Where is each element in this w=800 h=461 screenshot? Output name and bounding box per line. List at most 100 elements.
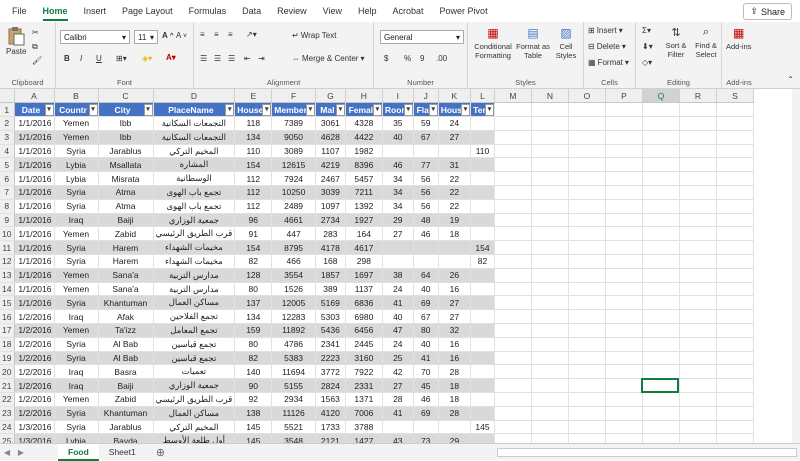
data-cell[interactable]: 4120 bbox=[315, 406, 346, 421]
header-cell[interactable]: House bbox=[234, 102, 273, 118]
row-header[interactable]: 19 bbox=[0, 351, 15, 366]
data-cell[interactable]: 3039 bbox=[315, 185, 346, 200]
empty-cell[interactable] bbox=[605, 378, 643, 394]
data-cell[interactable]: 18 bbox=[438, 392, 471, 407]
empty-cell[interactable] bbox=[494, 392, 532, 407]
empty-cell[interactable] bbox=[531, 337, 569, 352]
insert-cells-button[interactable]: ⊞ Insert ▾ bbox=[588, 26, 623, 35]
data-cell[interactable]: 6456 bbox=[345, 323, 383, 338]
empty-cell[interactable] bbox=[568, 309, 606, 325]
vertical-scrollbar[interactable] bbox=[792, 89, 800, 443]
tab-view[interactable]: View bbox=[315, 0, 350, 22]
empty-cell[interactable] bbox=[679, 102, 717, 118]
data-cell[interactable]: 9050 bbox=[271, 130, 316, 145]
data-cell[interactable]: 137 bbox=[234, 295, 273, 311]
data-cell[interactable]: 56 bbox=[413, 199, 439, 214]
empty-cell[interactable] bbox=[716, 378, 754, 394]
data-cell[interactable]: قرب الطريق الرئيسي bbox=[153, 226, 236, 242]
empty-cell[interactable] bbox=[568, 323, 606, 338]
data-cell[interactable]: 3772 bbox=[315, 364, 346, 380]
empty-cell[interactable] bbox=[531, 130, 569, 145]
data-cell[interactable]: 1/1/2016 bbox=[14, 185, 55, 200]
header-cell[interactable]: Member bbox=[271, 102, 316, 118]
data-cell[interactable] bbox=[470, 406, 495, 421]
empty-cell[interactable] bbox=[716, 337, 754, 352]
data-cell[interactable]: 77 bbox=[413, 157, 439, 173]
font-size-select[interactable]: 11 ▾ bbox=[134, 30, 158, 44]
select-all-corner[interactable] bbox=[0, 89, 15, 104]
empty-cell[interactable] bbox=[679, 254, 717, 269]
cut-icon[interactable]: ✂ bbox=[32, 28, 39, 37]
empty-cell[interactable] bbox=[531, 282, 569, 297]
header-cell[interactable]: Mal bbox=[315, 102, 346, 118]
empty-cell[interactable] bbox=[642, 392, 680, 407]
row-header[interactable]: 5 bbox=[0, 157, 15, 173]
data-cell[interactable]: 8795 bbox=[271, 240, 316, 256]
data-cell[interactable]: 1/2/2016 bbox=[14, 323, 55, 338]
data-cell[interactable]: 16 bbox=[438, 337, 471, 352]
empty-cell[interactable] bbox=[679, 282, 717, 297]
column-header-g[interactable]: G bbox=[315, 89, 346, 104]
data-cell[interactable]: Lybia bbox=[54, 171, 99, 187]
row-header[interactable]: 22 bbox=[0, 392, 15, 407]
data-cell[interactable] bbox=[470, 213, 495, 228]
empty-cell[interactable] bbox=[679, 323, 717, 338]
align-left-icon[interactable]: ☰ bbox=[200, 54, 207, 63]
data-cell[interactable]: 2121 bbox=[315, 433, 346, 443]
data-cell[interactable]: Harem bbox=[98, 240, 154, 256]
row-header[interactable]: 24 bbox=[0, 420, 15, 435]
italic-button[interactable]: I bbox=[80, 54, 82, 63]
data-cell[interactable]: 41 bbox=[382, 406, 414, 421]
data-cell[interactable] bbox=[382, 240, 414, 256]
currency-button[interactable]: $ bbox=[384, 54, 388, 63]
empty-cell[interactable] bbox=[531, 364, 569, 380]
empty-cell[interactable] bbox=[605, 364, 643, 380]
data-cell[interactable]: 4178 bbox=[315, 240, 346, 256]
data-cell[interactable]: 40 bbox=[382, 309, 414, 325]
data-cell[interactable]: 26 bbox=[438, 268, 471, 283]
data-cell[interactable]: 2223 bbox=[315, 351, 346, 366]
empty-cell[interactable] bbox=[716, 144, 754, 159]
empty-cell[interactable] bbox=[568, 130, 606, 145]
empty-cell[interactable] bbox=[531, 268, 569, 283]
data-cell[interactable]: Syria bbox=[54, 295, 99, 311]
empty-cell[interactable] bbox=[568, 102, 606, 118]
empty-cell[interactable] bbox=[679, 364, 717, 380]
data-cell[interactable] bbox=[470, 185, 495, 200]
orientation-icon[interactable]: ↗▾ bbox=[246, 30, 257, 39]
next-sheet-icon[interactable]: ▶ bbox=[14, 448, 28, 457]
data-cell[interactable]: Atma bbox=[98, 185, 154, 200]
empty-cell[interactable] bbox=[716, 282, 754, 297]
data-cell[interactable]: 1/1/2016 bbox=[14, 226, 55, 242]
row-header[interactable]: 16 bbox=[0, 309, 15, 325]
data-cell[interactable]: 4328 bbox=[345, 116, 383, 131]
tab-page-layout[interactable]: Page Layout bbox=[114, 0, 181, 22]
data-cell[interactable]: Yemen bbox=[54, 226, 99, 242]
data-cell[interactable]: 154 bbox=[470, 240, 495, 256]
empty-cell[interactable] bbox=[605, 171, 643, 187]
data-cell[interactable]: 154 bbox=[234, 157, 273, 173]
data-cell[interactable] bbox=[470, 116, 495, 131]
column-header-d[interactable]: D bbox=[153, 89, 236, 104]
column-header-f[interactable]: F bbox=[271, 89, 316, 104]
data-cell[interactable]: Afak bbox=[98, 309, 154, 325]
header-cell[interactable]: Date bbox=[14, 102, 55, 118]
empty-cell[interactable] bbox=[494, 199, 532, 214]
data-cell[interactable]: Khantuman bbox=[98, 295, 154, 311]
data-cell[interactable]: 28 bbox=[438, 406, 471, 421]
empty-cell[interactable] bbox=[605, 116, 643, 131]
data-cell[interactable]: 4617 bbox=[345, 240, 383, 256]
tab-formulas[interactable]: Formulas bbox=[181, 0, 235, 22]
empty-cell[interactable] bbox=[531, 171, 569, 187]
data-cell[interactable]: 138 bbox=[234, 406, 273, 421]
empty-cell[interactable] bbox=[531, 378, 569, 394]
bottom-align-icon[interactable]: ≡ bbox=[228, 30, 233, 39]
data-cell[interactable]: 67 bbox=[413, 130, 439, 145]
data-cell[interactable]: 48 bbox=[413, 213, 439, 228]
data-cell[interactable] bbox=[470, 295, 495, 311]
data-cell[interactable]: 112 bbox=[234, 199, 273, 214]
data-cell[interactable]: 134 bbox=[234, 130, 273, 145]
empty-cell[interactable] bbox=[605, 268, 643, 283]
data-cell[interactable]: المشارة bbox=[153, 157, 236, 173]
data-cell[interactable]: 2489 bbox=[271, 199, 316, 214]
